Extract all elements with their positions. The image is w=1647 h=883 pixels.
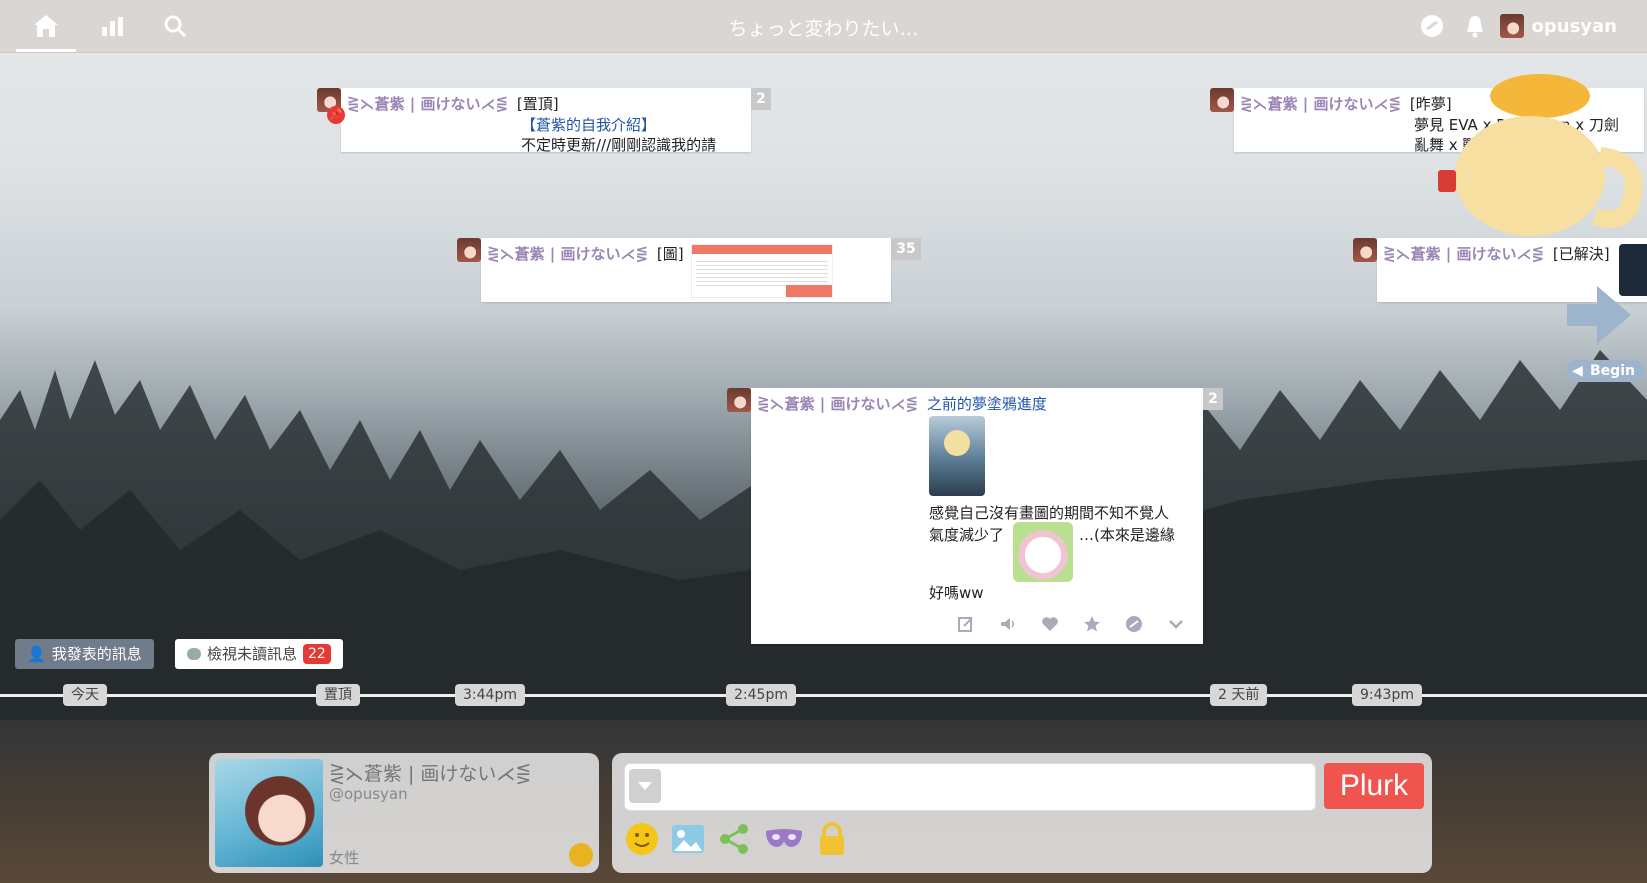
plurk-text: 感覺自己沒有畫圖的期間不知不覺人 [929,504,1170,522]
plurk-qualifier: [已解決] [1552,245,1610,263]
user-menu[interactable]: opusyan [1499,12,1617,40]
plurk-avatar[interactable] [1353,238,1377,262]
plurk-text: …(本來是邊緣 [1079,526,1175,544]
plurk-author[interactable]: ⋛⋋蒼紫 | 画けない⋌⋚ [347,95,508,113]
profile-avatar[interactable] [215,759,323,867]
my-posts-label: 我發表的訊息 [51,645,142,663]
timeline-label[interactable]: 2:45pm [726,684,796,706]
plurk-input[interactable] [624,763,1316,811]
top-bar: ちょっと変わりたい… opusyan [0,0,1647,53]
karma-badge-icon[interactable] [569,843,593,867]
plurk-text: 好嗎ww [929,584,984,602]
begin-button[interactable]: ◀ Begin [1566,360,1645,382]
emoticon-icon[interactable] [624,821,660,857]
plurk-composer: Plurk [612,753,1432,873]
plurk-author[interactable]: ⋛⋋蒼紫 | 画けない⋌⋚ [1240,95,1401,113]
mascot-teapot-icon [1438,74,1643,236]
response-count[interactable]: 2 [751,88,771,110]
timeline-label[interactable]: 置頂 [316,684,360,706]
plurk-text: 【蒼紫的自我介紹】 [521,116,657,134]
chevron-down-icon[interactable] [1165,613,1187,635]
user-icon: 👤 [27,645,46,663]
plurk-author[interactable]: ⋛⋋蒼紫 | 画けない⋌⋚ [487,245,648,263]
timeline-label[interactable]: 2 天前 [1210,684,1268,706]
unread-label: 檢視未讀訊息 [207,645,298,663]
plurk-submit-button[interactable]: Plurk [1324,763,1424,809]
username: opusyan [1531,15,1617,37]
qualifier-dropdown[interactable] [629,769,661,803]
profile-handle: @opusyan [329,785,408,803]
chat-icon [187,648,201,660]
user-avatar [1499,14,1524,38]
plurk-text: 氣度減少了 [929,526,1005,544]
plurk-qualifier: [置頂] [516,95,559,113]
arrow-right-icon[interactable] [1563,280,1635,350]
status-text[interactable]: ちょっと変わりたい… [0,14,1647,41]
timeline-label[interactable]: 3:44pm [455,684,525,706]
bell-icon[interactable] [1461,0,1489,52]
lock-icon[interactable] [814,821,850,857]
share-icon[interactable] [716,821,752,857]
plurk-card-expanded[interactable]: ⋛⋋蒼紫 | 画けない⋌⋚ 之前的夢塗鴉進度 感覺自己沒有畫圖的期間不知不覺人 … [751,388,1203,644]
star-icon[interactable] [1081,613,1103,635]
mask-icon[interactable] [762,821,806,857]
plurk-avatar[interactable] [1210,88,1234,112]
karma-icon[interactable] [1418,0,1446,52]
plurk-card[interactable]: ⋛⋋蒼紫 | 画けない⋌⋚ [圖] [481,238,891,302]
image-upload-icon[interactable] [670,821,706,857]
my-posts-button[interactable]: 👤 我發表的訊息 [15,639,154,669]
replurk-icon[interactable] [1123,613,1145,635]
timeline-label[interactable]: 今天 [63,684,107,706]
unread-button[interactable]: 檢視未讀訊息 22 [175,639,343,669]
profile-card: ⋛⋋蒼紫 | 画けない⋌⋚ @opusyan 女性 [209,753,599,873]
plurk-card[interactable]: ⋛⋋蒼紫 | 画けない⋌⋚ [置頂] 【蒼紫的自我介紹】 不定時更新///剛剛認… [341,88,751,152]
response-count[interactable]: 2 [1203,388,1223,410]
profile-gender: 女性 [329,849,360,867]
chevron-down-icon [638,782,652,790]
begin-label: Begin [1590,363,1635,379]
arrow-left-icon: ◀ [1572,363,1583,379]
unread-count-badge: 22 [303,644,331,664]
plurk-image-thumbnail[interactable] [691,244,833,298]
plurk-actions [935,613,1187,635]
plurk-qualifier: 之前的夢塗鴉進度 [926,395,1047,413]
emoticon-sheep-icon [1013,522,1073,582]
plurk-avatar[interactable] [457,238,481,262]
edit-icon[interactable] [955,613,977,635]
mute-icon[interactable] [997,613,1019,635]
profile-display-name[interactable]: ⋛⋋蒼紫 | 画けない⋌⋚ [329,759,531,786]
plurk-text: 不定時更新///剛剛認識我的請 [521,136,717,152]
response-count[interactable]: 35 [891,238,921,260]
plurk-avatar[interactable] [727,388,751,412]
plurk-author[interactable]: ⋛⋋蒼紫 | 画けない⋌⋚ [757,395,918,413]
heart-icon[interactable] [1039,613,1061,635]
home-active-indicator [16,49,76,52]
timeline-label[interactable]: 9:43pm [1352,684,1422,706]
pin-icon: 📌 [327,106,345,124]
plurk-image-thumbnail[interactable] [929,416,985,496]
plurk-author[interactable]: ⋛⋋蒼紫 | 画けない⋌⋚ [1383,245,1544,263]
plurk-qualifier: [圖] [656,245,684,263]
